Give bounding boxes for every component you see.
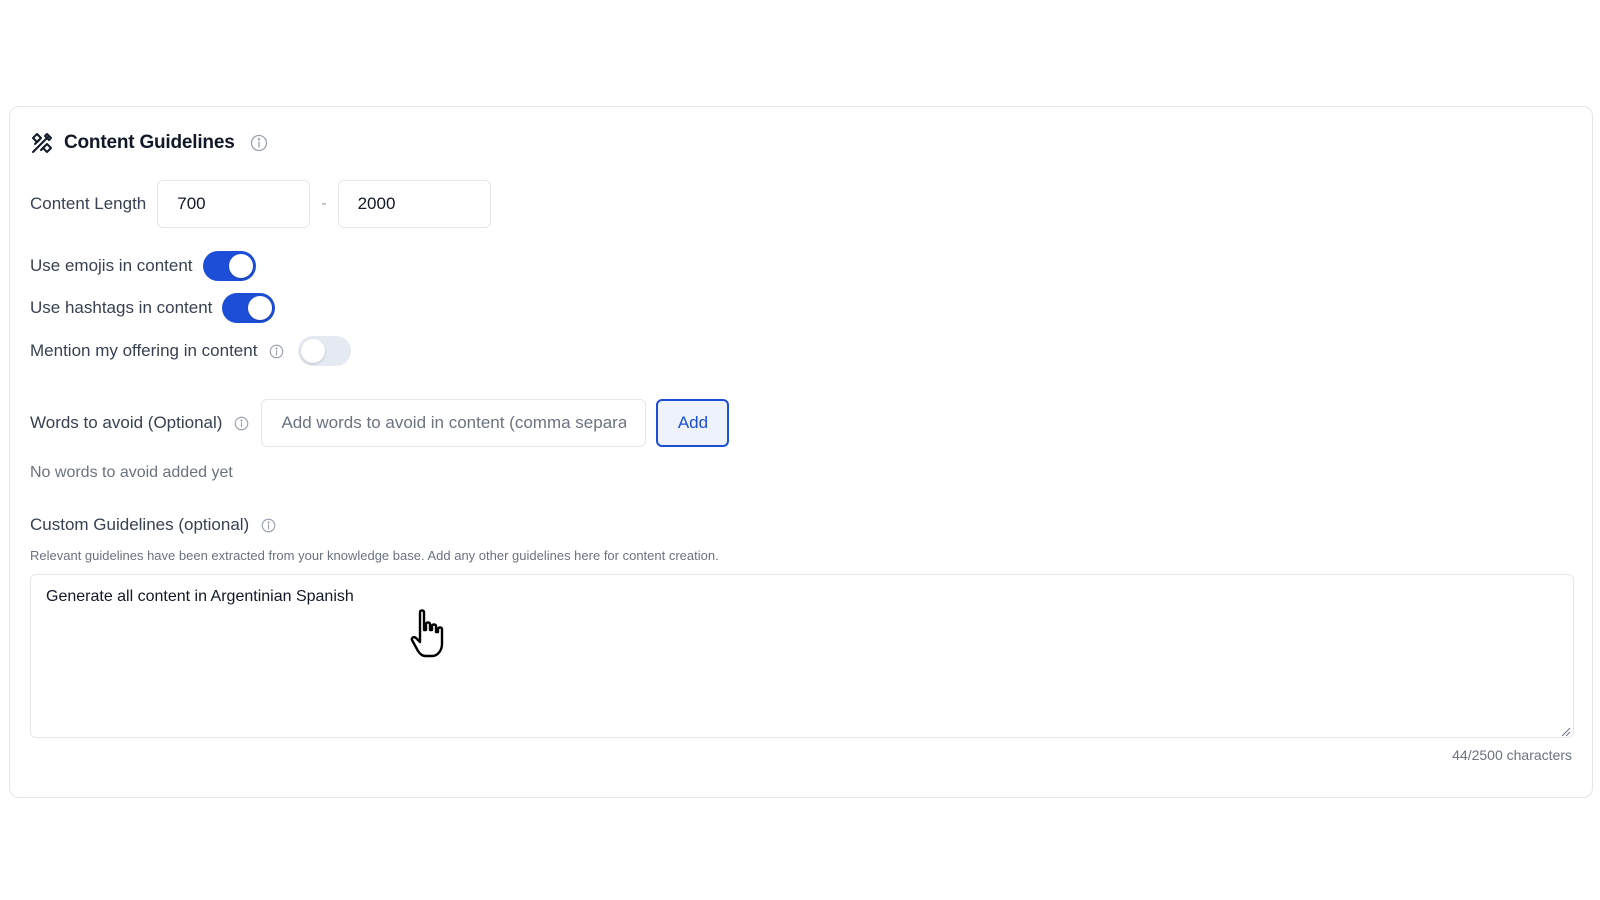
offering-toggle-row: Mention my offering in content [30, 335, 352, 367]
emojis-toggle[interactable] [202, 251, 256, 281]
offering-toggle[interactable] [298, 336, 352, 366]
card-title: Content Guidelines [64, 132, 235, 153]
toggle-knob [248, 296, 273, 320]
card-header: Content Guidelines [30, 131, 268, 155]
character-count: 44/2500 characters [1452, 747, 1572, 763]
words-to-avoid-empty-message: No words to avoid added yet [30, 464, 233, 481]
custom-guidelines-textarea[interactable]: Generate all content in Argentinian Span… [30, 574, 1574, 738]
design-tools-icon [30, 131, 54, 155]
add-word-button[interactable]: Add [656, 399, 730, 447]
hashtags-toggle-row: Use hashtags in content [30, 292, 276, 324]
emojis-toggle-row: Use emojis in content [30, 250, 256, 282]
words-to-avoid-row: Words to avoid (Optional) Add [30, 399, 730, 447]
resize-handle-icon[interactable] [1561, 724, 1571, 737]
info-icon[interactable] [250, 134, 268, 152]
content-length-min-input[interactable] [157, 180, 311, 228]
info-icon[interactable] [269, 344, 284, 359]
content-length-row: Content Length - [30, 180, 491, 228]
toggle-knob [228, 254, 253, 278]
hashtags-toggle-label: Use hashtags in content [30, 298, 213, 317]
toggle-knob [301, 339, 326, 363]
content-length-label: Content Length [30, 194, 147, 213]
offering-toggle-label: Mention my offering in content [30, 341, 258, 360]
info-icon[interactable] [234, 416, 249, 431]
range-separator: - [321, 195, 327, 212]
info-icon[interactable] [261, 518, 276, 533]
custom-guidelines-label: Custom Guidelines (optional) [30, 515, 250, 534]
hashtags-toggle[interactable] [222, 293, 276, 323]
hand-cursor-icon [408, 608, 448, 660]
content-length-max-input[interactable] [337, 180, 491, 228]
content-guidelines-card: Content Guidelines Content Length - Use … [9, 106, 1593, 798]
words-to-avoid-label: Words to avoid (Optional) [30, 413, 223, 432]
words-to-avoid-input[interactable] [261, 399, 647, 447]
custom-guidelines-label-row: Custom Guidelines (optional) [30, 515, 276, 535]
custom-guidelines-description: Relevant guidelines have been extracted … [30, 548, 719, 563]
emojis-toggle-label: Use emojis in content [30, 256, 193, 275]
